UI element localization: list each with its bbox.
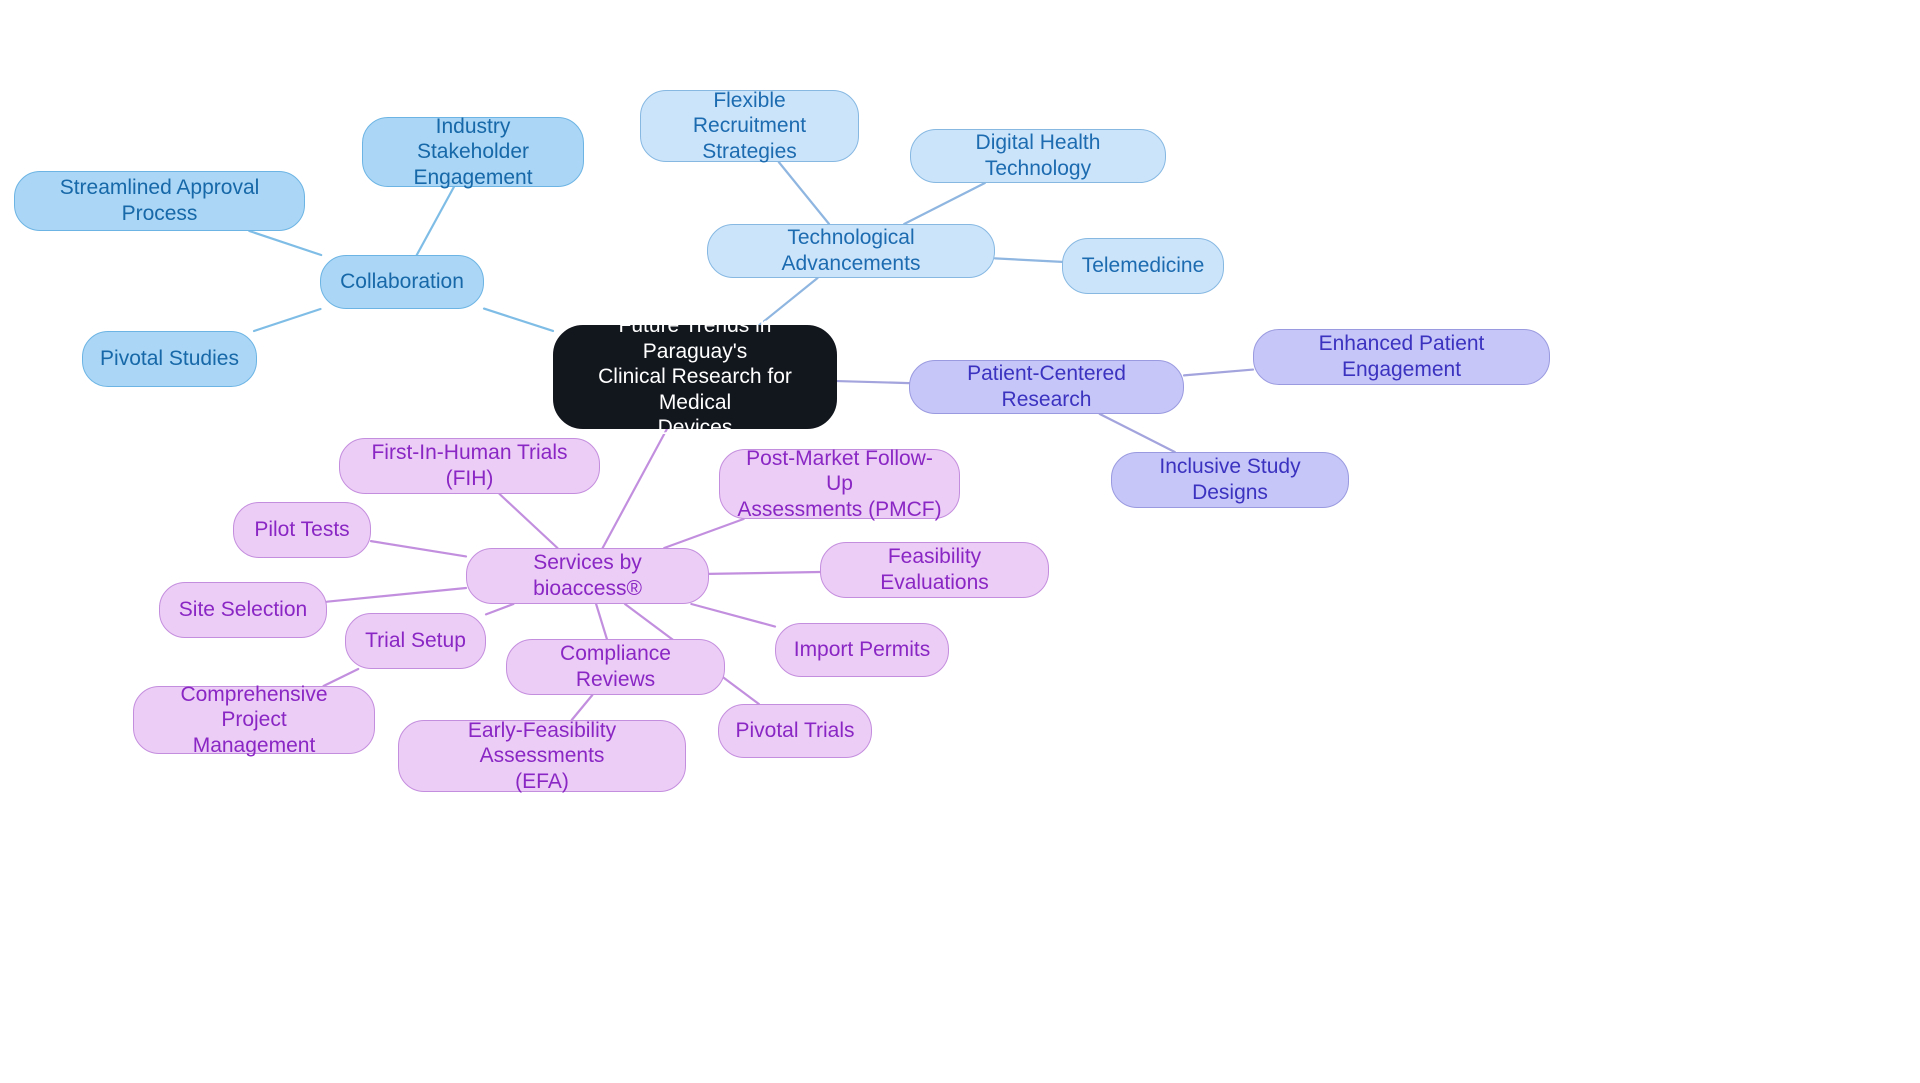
leaf-node-first-in-human-trials-fih[interactable]: First-In-Human Trials (FIH) bbox=[339, 438, 600, 494]
edge-services-by-bioaccess-to-pilot-tests bbox=[369, 540, 468, 558]
node-label: Pilot Tests bbox=[254, 518, 350, 542]
node-label: First-In-Human Trials (FIH) bbox=[371, 441, 568, 490]
node-label: Future Trends in Paraguay's Clinical Res… bbox=[598, 313, 792, 440]
node-label: Post-Market Follow-Up Assessments (PMCF) bbox=[737, 446, 942, 521]
leaf-node-flexible-recruitment-strategies[interactable]: Flexible Recruitment Strategies bbox=[640, 88, 859, 163]
edge-collaboration-to-pivotal-studies bbox=[252, 307, 322, 333]
edge-compliance-reviews-to-early-feasibility-assessments-efa bbox=[570, 693, 594, 722]
leaf-node-inclusive-study-designs[interactable]: Inclusive Study Designs bbox=[1111, 452, 1349, 508]
node-label: Digital Health Technology bbox=[975, 131, 1101, 180]
leaf-node-comprehensive-project-management[interactable]: Comprehensive Project Management bbox=[133, 683, 375, 757]
edge-technological-advancements-to-flexible-recruitment-strategies bbox=[777, 160, 831, 226]
edge-services-by-bioaccess-to-trial-setup bbox=[484, 602, 515, 616]
root-node-root[interactable]: Future Trends in Paraguay's Clinical Res… bbox=[553, 314, 837, 439]
node-label: Patient-Centered Research bbox=[967, 362, 1126, 411]
leaf-node-trial-setup[interactable]: Trial Setup bbox=[345, 613, 486, 669]
mindmap-canvas: Future Trends in Paraguay's Clinical Res… bbox=[0, 0, 1920, 1083]
node-label: Collaboration bbox=[340, 270, 464, 294]
leaf-node-digital-health-technology[interactable]: Digital Health Technology bbox=[910, 129, 1166, 183]
edge-root-to-collaboration bbox=[482, 307, 555, 333]
node-label: Industry Stakeholder Engagement bbox=[413, 114, 533, 189]
branch-node-collaboration[interactable]: Collaboration bbox=[320, 255, 484, 309]
edge-services-by-bioaccess-to-import-permits bbox=[690, 602, 777, 628]
node-label: Trial Setup bbox=[365, 629, 466, 653]
edge-collaboration-to-streamlined-approval-process bbox=[248, 229, 323, 257]
node-label: Site Selection bbox=[178, 598, 308, 622]
node-label: Streamlined Approval Process bbox=[59, 176, 260, 225]
leaf-node-feasibility-evaluations[interactable]: Feasibility Evaluations bbox=[820, 542, 1049, 598]
node-label: Services by bioaccess® bbox=[533, 551, 642, 600]
edge-technological-advancements-to-digital-health-technology bbox=[903, 181, 986, 226]
node-label: Compliance Reviews bbox=[560, 642, 671, 691]
node-label: Pivotal Studies bbox=[100, 347, 239, 371]
edge-services-by-bioaccess-to-feasibility-evaluations bbox=[707, 570, 822, 575]
edge-root-to-patient-centered-research bbox=[835, 379, 911, 385]
leaf-node-pilot-tests[interactable]: Pilot Tests bbox=[233, 502, 371, 558]
node-label: Telemedicine bbox=[1081, 254, 1205, 278]
leaf-node-pivotal-studies[interactable]: Pivotal Studies bbox=[82, 331, 257, 387]
branch-node-technological-advancements[interactable]: Technological Advancements bbox=[707, 224, 995, 278]
node-label: Comprehensive Project Management bbox=[180, 682, 328, 757]
node-label: Feasibility Evaluations bbox=[880, 545, 989, 594]
leaf-node-import-permits[interactable]: Import Permits bbox=[775, 623, 949, 677]
edge-services-by-bioaccess-to-compliance-reviews bbox=[595, 602, 608, 641]
branch-node-services-by-bioaccess[interactable]: Services by bioaccess® bbox=[466, 548, 709, 604]
leaf-node-telemedicine[interactable]: Telemedicine bbox=[1062, 238, 1224, 294]
edge-patient-centered-research-to-enhanced-patient-engagement bbox=[1182, 368, 1255, 377]
leaf-node-site-selection[interactable]: Site Selection bbox=[159, 582, 327, 638]
node-label: Early-Feasibility Assessments (EFA) bbox=[467, 718, 617, 793]
node-label: Import Permits bbox=[793, 638, 931, 662]
leaf-node-enhanced-patient-engagement[interactable]: Enhanced Patient Engagement bbox=[1253, 329, 1550, 385]
node-label: Pivotal Trials bbox=[735, 719, 855, 743]
node-label: Flexible Recruitment Strategies bbox=[692, 88, 807, 163]
leaf-node-early-feasibility-assessments-efa[interactable]: Early-Feasibility Assessments (EFA) bbox=[398, 718, 686, 793]
node-label: Technological Advancements bbox=[781, 226, 921, 275]
node-label: Inclusive Study Designs bbox=[1159, 455, 1301, 504]
leaf-node-post-market-follow-up-assessments-pmcf[interactable]: Post-Market Follow-Up Assessments (PMCF) bbox=[719, 447, 960, 521]
edge-collaboration-to-industry-stakeholder-engagement bbox=[415, 185, 455, 257]
node-label: Enhanced Patient Engagement bbox=[1318, 332, 1485, 381]
edge-services-by-bioaccess-to-post-market-follow-up-assessments-pmcf bbox=[663, 517, 745, 550]
edge-root-to-services-by-bioaccess bbox=[601, 427, 669, 550]
leaf-node-streamlined-approval-process[interactable]: Streamlined Approval Process bbox=[14, 171, 305, 231]
edge-services-by-bioaccess-to-site-selection bbox=[325, 586, 468, 603]
edge-technological-advancements-to-telemedicine bbox=[993, 257, 1064, 263]
leaf-node-industry-stakeholder-engagement[interactable]: Industry Stakeholder Engagement bbox=[362, 115, 584, 189]
leaf-node-compliance-reviews[interactable]: Compliance Reviews bbox=[506, 639, 725, 695]
branch-node-patient-centered-research[interactable]: Patient-Centered Research bbox=[909, 360, 1184, 414]
leaf-node-pivotal-trials[interactable]: Pivotal Trials bbox=[718, 704, 872, 758]
edge-patient-centered-research-to-inclusive-study-designs bbox=[1098, 412, 1176, 454]
edge-services-by-bioaccess-to-first-in-human-trials-fih bbox=[498, 492, 559, 550]
